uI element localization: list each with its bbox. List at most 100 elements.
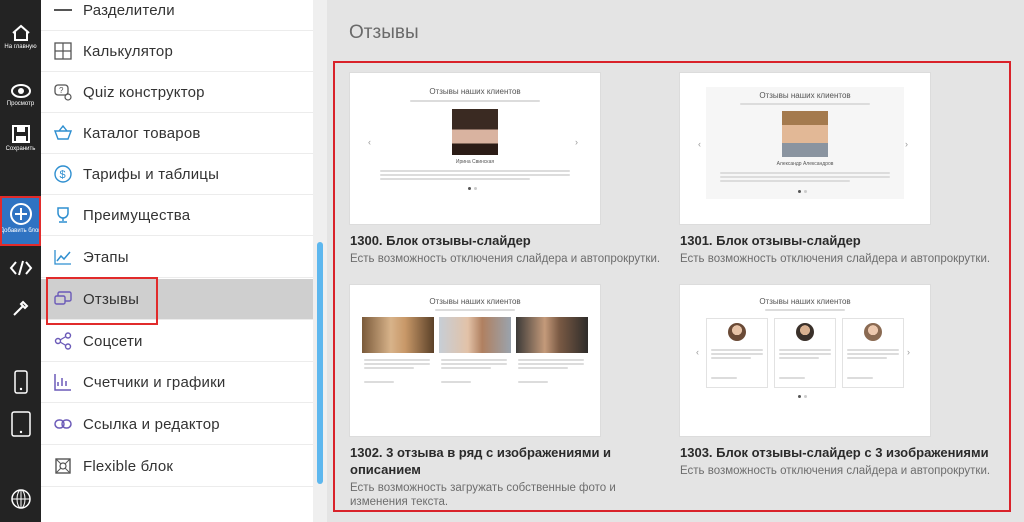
- add-block-button[interactable]: Добавить блок: [0, 196, 41, 246]
- globe-www-icon: [10, 489, 31, 509]
- code-button[interactable]: [0, 259, 41, 277]
- menu-item-flexible[interactable]: Flexible блок: [41, 446, 313, 487]
- save-button[interactable]: Сохранить: [0, 124, 41, 153]
- review-text-line: [380, 178, 530, 180]
- block-preview[interactable]: Отзывы наших клиентов Александр Александ…: [680, 73, 930, 224]
- menu-item-stages[interactable]: Этапы: [41, 237, 313, 278]
- client-photo: [782, 111, 828, 157]
- menu-item-label: Тарифы и таблицы: [83, 165, 220, 183]
- chevron-left-icon[interactable]: ‹: [698, 139, 701, 149]
- menu-item-socials[interactable]: Соцсети: [41, 321, 313, 362]
- trophy-icon: [53, 205, 73, 225]
- review-text-line: [380, 170, 570, 172]
- preview-button[interactable]: Просмотр: [0, 83, 41, 108]
- menu-item-catalog[interactable]: Каталог товаров: [41, 113, 313, 154]
- chevron-right-icon[interactable]: ›: [905, 139, 908, 149]
- menu-item-dividers[interactable]: Разделители: [41, 0, 313, 31]
- mobile-view-button[interactable]: [0, 370, 41, 394]
- review-text-line: [518, 367, 568, 369]
- review-text-line: [711, 349, 763, 351]
- review-text-line: [711, 357, 751, 359]
- review-photo: [439, 317, 511, 353]
- menu-item-label: Flexible блок: [83, 457, 174, 475]
- review-text-line: [779, 349, 831, 351]
- block-description: Есть возможность отключения слайдера и а…: [680, 465, 991, 477]
- review-text-line: [779, 357, 819, 359]
- save-caption: Сохранить: [5, 146, 36, 152]
- chevron-left-icon[interactable]: ‹: [696, 347, 699, 357]
- dollar-icon: $: [53, 164, 73, 184]
- menu-item-reviews[interactable]: Отзывы: [41, 279, 313, 320]
- preview-caption: Просмотр: [6, 101, 35, 107]
- menu-item-label: Отзывы: [83, 290, 140, 308]
- menu-item-counters[interactable]: Счетчики и графики: [41, 362, 313, 403]
- add-block-caption: Добавить блок: [0, 228, 41, 234]
- review-text-line: [441, 359, 507, 361]
- block-grid-highlight: Отзывы наших клиентов Ирина Свинская ‹ ›…: [333, 61, 1011, 512]
- home-caption: На главную: [4, 44, 37, 50]
- eyedropper-button[interactable]: [0, 298, 41, 318]
- menu-item-label: Этапы: [83, 248, 129, 266]
- block-title: 1300. Блок отзывы-слайдер: [350, 233, 531, 248]
- review-photo: [362, 317, 434, 353]
- preview-heading: Отзывы наших клиентов: [429, 87, 521, 96]
- main-content: Отзывы Отзывы наших клиентов Ирина Свинс…: [327, 0, 1024, 522]
- review-author-line: [779, 377, 805, 379]
- eye-icon: [10, 84, 31, 98]
- menu-item-label: Каталог товаров: [83, 124, 201, 142]
- review-text-line: [779, 353, 831, 355]
- block-title: 1302. 3 отзыва в ряд с изображениями и о…: [350, 445, 612, 477]
- link-icon: [53, 414, 73, 434]
- preview-heading: Отзывы наших клиентов: [429, 297, 521, 306]
- block-title: 1301. Блок отзывы-слайдер: [680, 233, 861, 248]
- basket-icon: [53, 123, 73, 143]
- save-icon: [11, 125, 30, 143]
- review-text-line: [720, 172, 890, 174]
- review-photo: [516, 317, 588, 353]
- review-author-line: [518, 381, 548, 383]
- chevron-left-icon[interactable]: ‹: [368, 137, 371, 147]
- menu-item-advantages[interactable]: Преимущества: [41, 195, 313, 236]
- slider-dots[interactable]: [798, 395, 807, 398]
- review-author-line: [441, 381, 471, 383]
- menu-item-tariffs[interactable]: $ Тарифы и таблицы: [41, 154, 313, 195]
- chevron-right-icon[interactable]: ›: [907, 347, 910, 357]
- review-text-line: [711, 353, 763, 355]
- chart-icon: [53, 247, 73, 267]
- slider-dots[interactable]: [798, 190, 807, 193]
- chevron-right-icon[interactable]: ›: [575, 137, 578, 147]
- block-preview[interactable]: Отзывы наших клиентов: [350, 285, 600, 436]
- menu-item-link-editor[interactable]: Ссылка и редактор: [41, 404, 313, 445]
- review-text-line: [518, 359, 584, 361]
- home-button[interactable]: На главную: [0, 24, 41, 51]
- eyedropper-icon: [12, 300, 28, 316]
- divider-icon: [53, 0, 73, 20]
- scrollbar-thumb[interactable]: [317, 242, 323, 484]
- block-preview[interactable]: Отзывы наших клиентов Ирина Свинская ‹ ›: [350, 73, 600, 224]
- svg-text:?: ?: [59, 86, 64, 95]
- share-icon: [53, 331, 73, 351]
- domain-button[interactable]: [0, 488, 41, 510]
- menu-scrollbar[interactable]: [313, 0, 327, 522]
- client-photo: [452, 109, 498, 155]
- svg-text:$: $: [60, 169, 66, 181]
- review-text-line: [518, 363, 584, 365]
- menu-item-label: Ссылка и редактор: [83, 415, 220, 433]
- review-text-line: [364, 359, 430, 361]
- review-text-line: [847, 349, 899, 351]
- quiz-icon: ?: [53, 82, 73, 102]
- slider-dots[interactable]: [468, 187, 477, 190]
- block-preview[interactable]: Отзывы наших клиентов: [680, 285, 930, 436]
- review-text-line: [364, 363, 430, 365]
- menu-item-quiz[interactable]: ? Quiz конструктор: [41, 72, 313, 113]
- review-text-line: [441, 367, 491, 369]
- review-text-line: [847, 357, 887, 359]
- flexible-icon: [53, 456, 73, 476]
- block-category-menu: Разделители Калькулятор ? Quiz конструкт…: [41, 0, 313, 522]
- client-name: Ирина Свинская: [455, 159, 495, 165]
- review-author-line: [847, 377, 873, 379]
- tablet-view-button[interactable]: [0, 411, 41, 437]
- left-toolbar: На главную Просмотр Сохранить Добавить б…: [0, 0, 41, 522]
- menu-item-calculator[interactable]: Калькулятор: [41, 31, 313, 72]
- preview-heading: Отзывы наших клиентов: [759, 91, 851, 100]
